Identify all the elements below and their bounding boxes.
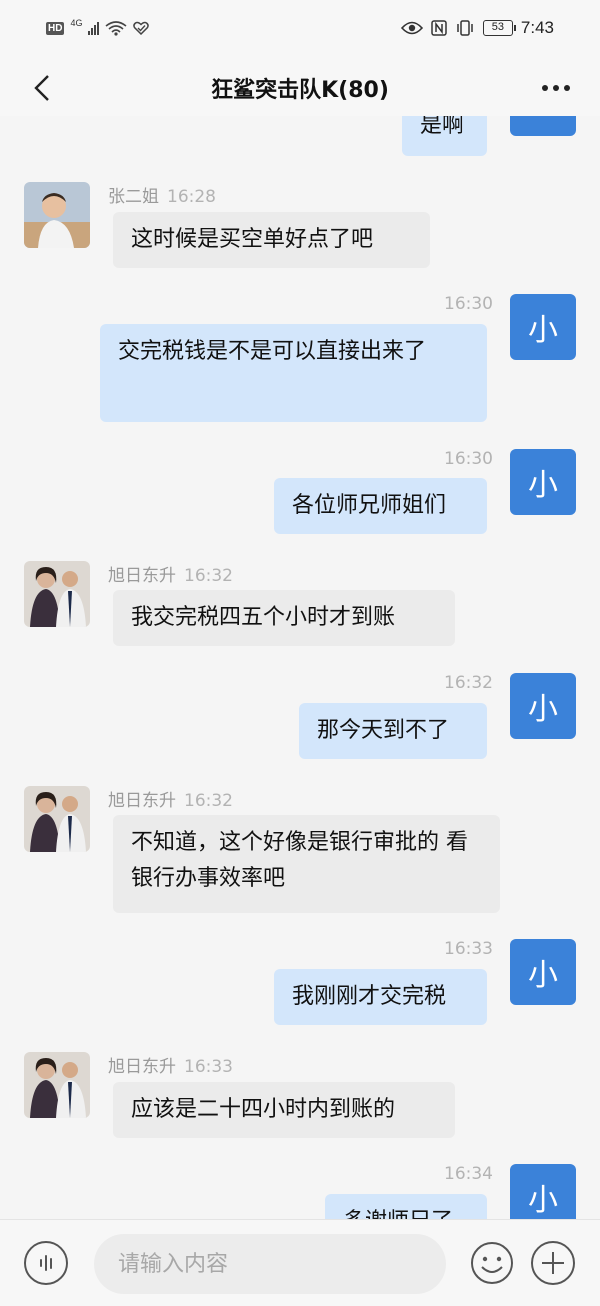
input-bar — [0, 1219, 600, 1306]
self-avatar[interactable] — [510, 116, 576, 136]
avatar-photo-couple — [24, 1052, 90, 1118]
message-time: 16:33 — [184, 1057, 233, 1077]
status-left: HD 4G — [46, 18, 150, 36]
network-type: 4G — [70, 18, 83, 28]
signal-icon — [88, 21, 100, 35]
wifi-icon — [105, 21, 127, 36]
message-bubble[interactable]: 交完税钱是不是可以直接出来了 — [100, 324, 487, 422]
message-bubble[interactable]: 应该是二十四小时内到账的 — [113, 1082, 455, 1138]
nav-bar: 狂鲨突击队K(80) — [0, 60, 600, 116]
sender-line: 张二姐 16:28 — [108, 182, 216, 207]
message-time: 16:32 — [184, 566, 233, 586]
self-avatar[interactable]: 小 — [510, 673, 576, 739]
sender-name: 旭日东升 — [108, 566, 176, 586]
message-time: 16:33 — [444, 939, 493, 959]
emoji-button[interactable] — [470, 1241, 514, 1285]
self-avatar[interactable]: 小 — [510, 449, 576, 515]
user-avatar[interactable] — [24, 786, 90, 852]
message-bubble[interactable]: 不知道，这个好像是银行审批的 看银行办事效率吧 — [113, 815, 500, 913]
sender-line: 旭日东升 16:33 — [108, 1052, 233, 1077]
vibrate-icon — [457, 20, 473, 36]
add-attachment-button[interactable] — [531, 1241, 575, 1285]
status-right: 53 7:43 — [400, 18, 554, 38]
message-bubble[interactable]: 这时候是买空单好点了吧 — [113, 212, 430, 268]
message-time: 16:28 — [167, 187, 216, 207]
sender-line: 旭日东升 16:32 — [108, 786, 233, 811]
page-title: 狂鲨突击队K(80) — [211, 78, 389, 103]
user-avatar[interactable] — [24, 561, 90, 627]
eye-icon — [400, 21, 423, 35]
sender-line: 旭日东升 16:32 — [108, 561, 233, 586]
message-time: 16:30 — [444, 449, 493, 469]
message-time: 16:30 — [444, 294, 493, 314]
self-avatar[interactable]: 小 — [510, 939, 576, 1005]
more-dot-icon — [553, 85, 559, 91]
sender-name: 张二姐 — [108, 187, 159, 207]
nfc-icon — [431, 20, 447, 36]
avatar-photo-couple — [24, 561, 90, 627]
voice-input-button[interactable] — [24, 1241, 68, 1285]
avatar-photo-couple — [24, 786, 90, 852]
more-dot-icon — [542, 85, 548, 91]
message-bubble[interactable]: 多谢师兄了 — [325, 1194, 487, 1219]
more-options-button[interactable] — [536, 70, 576, 106]
clock: 7:43 — [520, 18, 554, 37]
message-time: 16:32 — [444, 673, 493, 693]
message-bubble[interactable]: 我交完税四五个小时才到账 — [113, 590, 455, 646]
more-dot-icon — [564, 85, 570, 91]
voice-icon — [50, 1257, 52, 1269]
message-bubble[interactable]: 各位师兄师姐们 — [274, 478, 487, 534]
message-time: 16:32 — [184, 791, 233, 811]
chat-message-list[interactable]: 是啊 张二姐 16:28 这时候是买空单好点了吧 16:30 小 交完税钱是不是可… — [0, 116, 600, 1219]
heart-check-icon — [133, 21, 150, 35]
message-time: 16:34 — [444, 1164, 493, 1184]
message-bubble[interactable]: 我刚刚才交完税 — [274, 969, 487, 1025]
self-avatar[interactable]: 小 — [510, 1164, 576, 1219]
battery-icon: 53 — [482, 20, 516, 36]
message-bubble[interactable]: 是啊 — [402, 116, 487, 156]
message-bubble[interactable]: 那今天到不了 — [299, 703, 487, 759]
voice-icon — [40, 1259, 42, 1267]
user-avatar[interactable] — [24, 182, 90, 248]
status-bar: HD 4G 53 7:43 — [0, 0, 600, 60]
sender-name: 旭日东升 — [108, 791, 176, 811]
self-avatar[interactable]: 小 — [510, 294, 576, 360]
avatar-photo-child — [24, 182, 90, 248]
message-input[interactable] — [94, 1234, 446, 1294]
voice-icon — [45, 1255, 47, 1271]
user-avatar[interactable] — [24, 1052, 90, 1118]
sender-name: 旭日东升 — [108, 1057, 176, 1077]
hd-badge: HD — [46, 21, 65, 35]
